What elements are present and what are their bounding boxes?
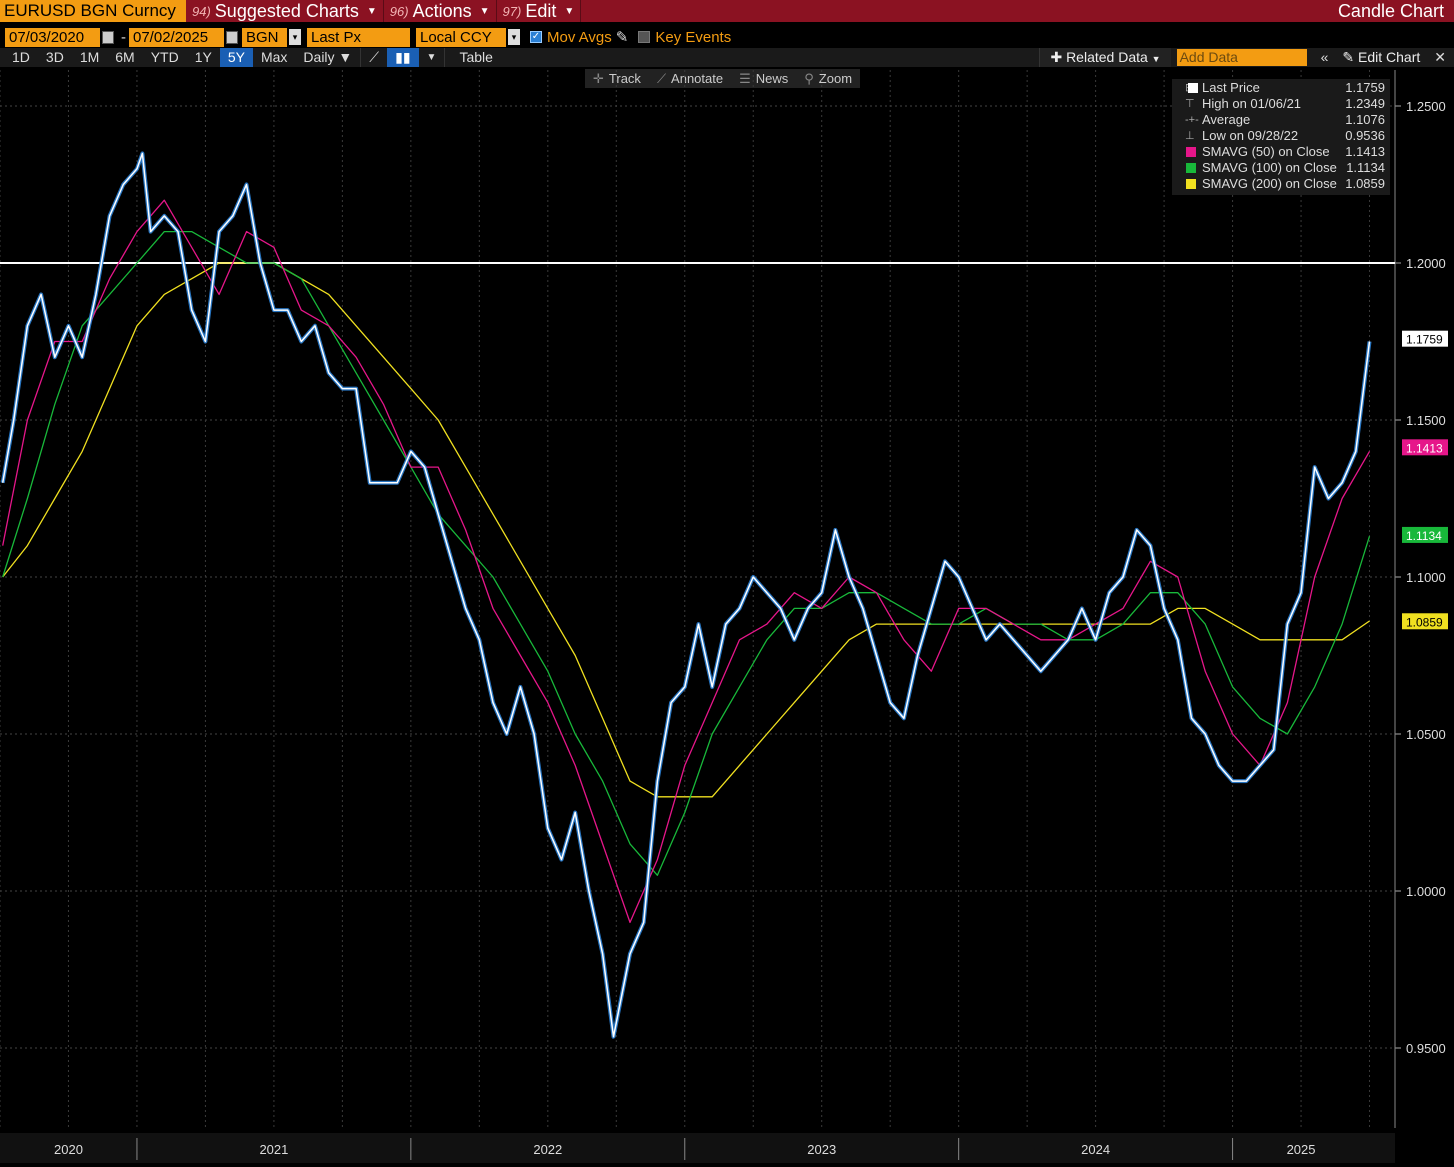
y-tick-label: 0.9500 [1406,1041,1446,1056]
y-tick-label: 1.2000 [1406,256,1446,271]
legend-value: 1.1134 [1346,160,1385,175]
legend-row-sma200: SMAVG (200) on Close 1.0859 [1172,176,1390,192]
x-tick-label: 2021 [259,1142,288,1157]
legend-value: 1.1413 [1345,144,1385,159]
y-tick-label: 1.1500 [1406,413,1446,428]
legend-label: SMAVG (200) on Close [1202,176,1337,191]
x-tick-label: 2025 [1287,1142,1316,1157]
sma100-swatch [1186,163,1196,173]
legend-label: High on 01/06/21 [1202,96,1302,111]
y-tick-label: 1.1000 [1406,570,1446,585]
last-price-swatch [1188,83,1198,93]
legend-value: 1.2349 [1345,96,1385,111]
legend-label: SMAVG (100) on Close [1202,160,1337,175]
last-value-tag-label: 1.1134 [1406,529,1442,543]
series-group [0,151,1395,1039]
legend-label: Average [1202,112,1251,127]
legend-label: Low on 09/28/22 [1202,128,1299,143]
y-tick-label: 1.2500 [1406,99,1446,114]
average-marker-icon: -+- [1185,114,1199,126]
x-axis: 2020 2021 2022 2023 2024 2025 [0,1133,1395,1163]
y-tick-label: 1.0000 [1406,884,1446,899]
legend-value: 1.0859 [1345,176,1385,191]
legend-row-high: ⊤ High on 01/06/21 1.2349 [1172,96,1390,112]
legend-value: 0.9536 [1345,128,1385,143]
legend-value: 1.1759 [1345,80,1385,95]
sma50-swatch [1186,147,1196,157]
last-value-tag-label: 1.1759 [1406,333,1443,347]
x-axis-band [0,1133,1395,1163]
low-marker-icon: ⊥ [1185,130,1195,142]
legend-label: Last Price [1202,80,1260,95]
last-value-tag-label: 1.1413 [1406,441,1443,455]
y-tick-label: 1.0500 [1406,727,1446,742]
y-axis: 0.9500 1.0000 1.0500 1.1000 1.1500 1.2000 1.25… [1394,70,1446,1128]
x-tick-label: 2023 [807,1142,836,1157]
legend-value: 1.1076 [1345,112,1385,127]
legend-row-sma50: SMAVG (50) on Close 1.1413 [1172,144,1390,160]
x-tick-label: 2020 [54,1142,83,1157]
sma200-swatch [1186,179,1196,189]
legend-row-low: ⊥ Low on 09/28/22 0.9536 [1172,128,1390,144]
x-tick-label: 2024 [1081,1142,1110,1157]
legend-row-sma100: SMAVG (100) on Close 1.1134 [1172,160,1390,176]
chart-legend: ⊟ Last Price 1.1759 ⊤ High on 01/06/21 1… [1172,79,1390,195]
legend-row-average: -+- Average 1.1076 [1172,112,1390,128]
last-value-tag-label: 1.0859 [1406,615,1443,629]
legend-row-last-price: ⊟ Last Price 1.1759 [1172,80,1390,96]
legend-label: SMAVG (50) on Close [1202,144,1330,159]
x-tick-label: 2022 [533,1142,562,1157]
high-marker-icon: ⊤ [1185,98,1195,110]
grid [0,70,1395,1128]
